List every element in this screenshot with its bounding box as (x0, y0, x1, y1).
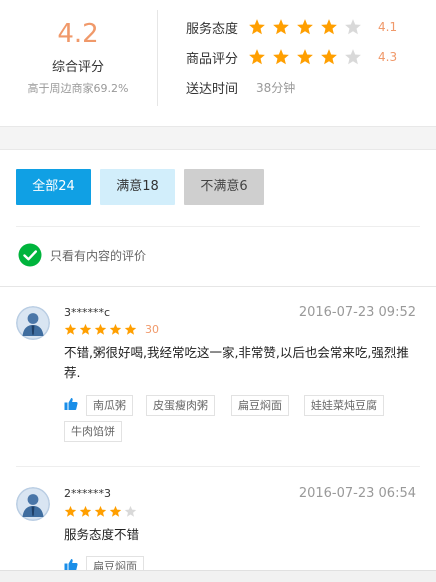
delivery-label: 送达时间 (186, 81, 239, 97)
star-icon (321, 19, 337, 35)
service-stars (248, 18, 368, 36)
star-icon (321, 49, 337, 65)
product-value: 4.3 (378, 50, 398, 64)
product-score-row: 商品评分 4.3 (186, 45, 397, 69)
bottom-bar (0, 570, 436, 582)
star-icon (249, 19, 265, 35)
star-icon (297, 49, 313, 65)
star-icon (94, 505, 107, 517)
thumb-up-icon (64, 398, 78, 410)
star-icon (124, 505, 137, 517)
review-date: 2016-07-23 09:52 (298, 305, 416, 320)
user-avatar-icon (16, 306, 50, 340)
vertical-divider (157, 10, 158, 106)
section-separator (0, 126, 436, 150)
compare-text: 高于周边商家69.2% (27, 82, 129, 95)
rating-summary: 4.2 综合评分 高于周边商家69.2% 服务态度 4.1 商品评分 4.3 送… (0, 0, 436, 126)
only-content-label: 只看有内容的评价 (50, 248, 147, 263)
star-icon (94, 323, 107, 335)
review-stars: 30 (64, 323, 159, 336)
review-star-group (64, 323, 139, 336)
star-icon (109, 505, 122, 517)
star-icon (64, 323, 77, 335)
delivery-time-row: 送达时间 38分钟 (186, 75, 295, 99)
dish-tag[interactable]: 扁豆焖面 (231, 395, 289, 416)
product-stars (248, 48, 368, 66)
star-icon (273, 19, 289, 35)
dish-tag[interactable]: 皮蛋瘦肉粥 (146, 395, 215, 416)
star-icon (297, 19, 313, 35)
divider (16, 226, 420, 227)
tab-satisfied[interactable]: 满意18 (100, 169, 175, 205)
star-icon (79, 505, 92, 517)
star-icon (64, 505, 77, 517)
dish-tag[interactable]: 牛肉馅饼 (64, 421, 122, 442)
star-icon (79, 323, 92, 335)
review-username: 2******3 (64, 487, 111, 500)
star-icon (345, 49, 361, 65)
review-score: 30 (145, 323, 159, 336)
review-username: 3******c (64, 306, 111, 319)
divider (0, 286, 436, 287)
star-icon (109, 323, 122, 335)
review-content: 服务态度不错 (64, 527, 140, 542)
star-icon (249, 49, 265, 65)
check-circle-icon (18, 243, 42, 267)
review-date: 2016-07-23 06:54 (298, 486, 416, 501)
delivery-time: 38分钟 (256, 80, 296, 95)
divider (16, 466, 420, 467)
dish-tag[interactable]: 娃娃菜炖豆腐 (304, 395, 384, 416)
star-icon (124, 323, 137, 335)
star-icon (345, 19, 361, 35)
only-content-toggle[interactable]: 只看有内容的评价 (18, 243, 146, 267)
review-content: 不错,粥很好喝,我经常吃这一家,非常赞,以后也会常来吃,强烈推荐. (64, 345, 409, 380)
overall-label: 综合评分 (51, 60, 104, 75)
tab-unsatisfied[interactable]: 不满意6 (184, 169, 264, 205)
overall-score: 4.2 (57, 19, 99, 49)
dish-tag[interactable]: 南瓜粥 (86, 395, 133, 416)
product-label: 商品评分 (186, 51, 239, 67)
star-icon (273, 49, 289, 65)
review-stars (64, 505, 139, 518)
overall-rating: 4.2 综合评分 高于周边商家69.2% (0, 0, 156, 126)
user-avatar-icon (16, 487, 50, 521)
tab-all[interactable]: 全部24 (16, 169, 91, 205)
service-value: 4.1 (378, 20, 398, 34)
review-star-group (64, 505, 139, 518)
service-score-row: 服务态度 4.1 (186, 15, 397, 39)
service-label: 服务态度 (186, 21, 239, 37)
filter-tabs: 全部24 满意18 不满意6 (16, 169, 273, 205)
